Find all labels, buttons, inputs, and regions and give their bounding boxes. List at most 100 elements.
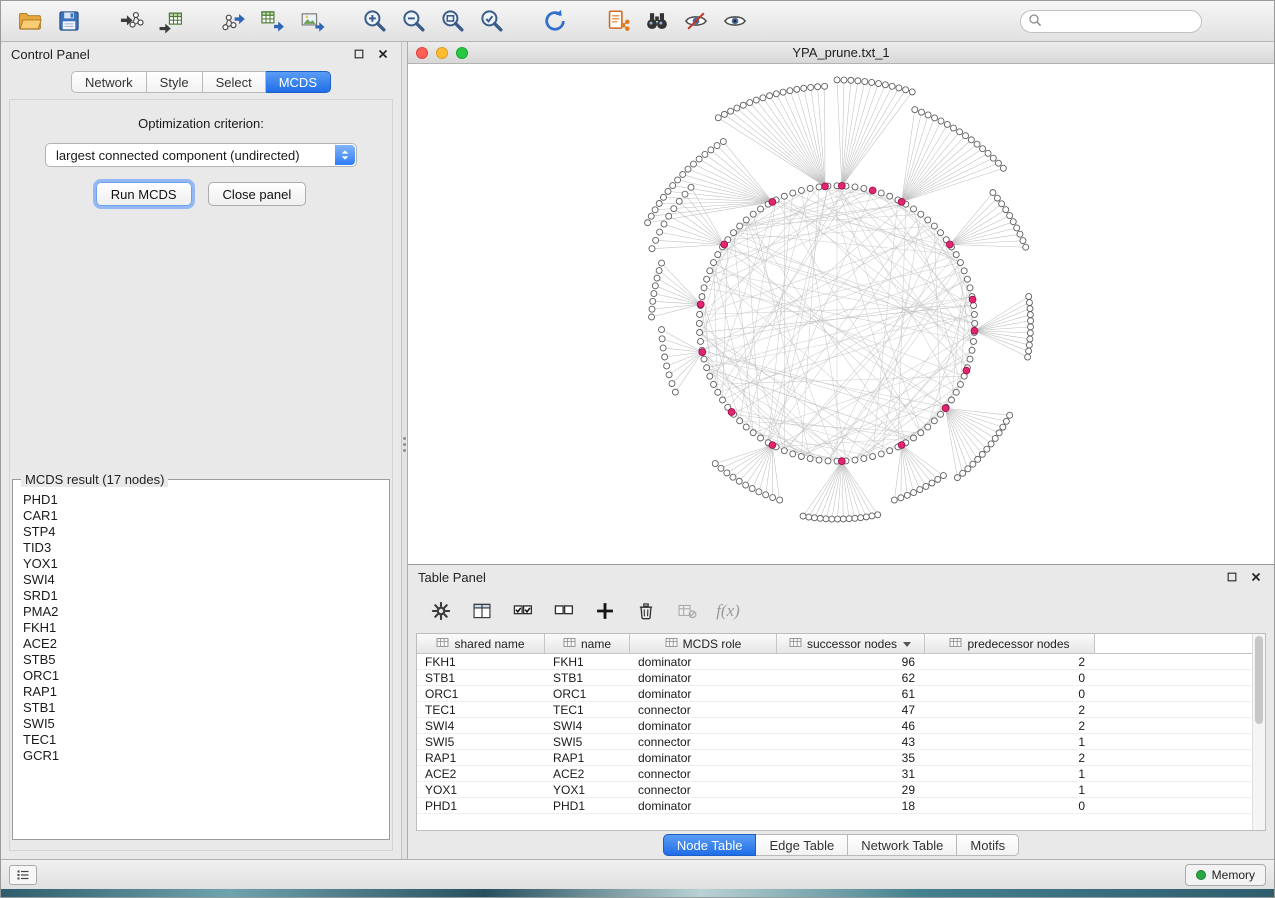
export-image-icon[interactable] [297,6,327,36]
mcds-result-item[interactable]: SWI5 [23,716,379,732]
mcds-result-item[interactable]: STB5 [23,652,379,668]
zoom-in-icon[interactable] [360,6,390,36]
import-network-icon[interactable] [117,6,147,36]
column-header-shared-name[interactable]: shared name [417,634,545,653]
import-table-icon[interactable] [156,6,186,36]
mcds-result-item[interactable]: CAR1 [23,508,379,524]
table-header-row: shared namename MCDS role successor nodesp… [417,634,1265,654]
window-maximize-traffic-light[interactable] [456,47,468,59]
table-cell: dominator [630,671,777,685]
mcds-result-item[interactable]: GCR1 [23,748,379,764]
column-grid-icon [665,637,678,651]
column-header-predecessor-nodes[interactable]: predecessor nodes [925,634,1095,653]
column-header-name[interactable]: name [545,634,630,653]
network-canvas[interactable] [408,64,1274,564]
window-minimize-traffic-light[interactable] [436,47,448,59]
table-cell: 2 [925,655,1095,669]
table-cell: 2 [925,703,1095,717]
column-layout-icon[interactable] [469,598,495,624]
tab-network[interactable]: Network [71,71,147,93]
mcds-result-item[interactable]: FKH1 [23,620,379,636]
column-label: MCDS role [683,637,742,651]
mcds-result-item[interactable]: RAP1 [23,684,379,700]
table-row[interactable]: SWI4SWI4dominator462 [417,718,1265,734]
table-cell: 61 [777,687,925,701]
hide-selected-icon[interactable] [681,6,711,36]
zoom-out-icon[interactable] [399,6,429,36]
tab-network-table[interactable]: Network Table [848,834,957,856]
table-cell: connector [630,783,777,797]
refresh-layout-icon[interactable] [540,6,570,36]
zoom-selected-icon[interactable] [477,6,507,36]
deselect-all-rows-icon[interactable] [551,598,577,624]
table-row[interactable]: ACE2ACE2connector311 [417,766,1265,782]
mcds-result-item[interactable]: TID3 [23,540,379,556]
table-cell: 29 [777,783,925,797]
mcds-result-item[interactable]: TEC1 [23,732,379,748]
delete-column-icon[interactable] [633,598,659,624]
mcds-result-item[interactable]: SWI4 [23,572,379,588]
close-table-panel-icon[interactable] [1248,569,1264,585]
tab-style[interactable]: Style [147,71,203,93]
mcds-result-item[interactable]: ACE2 [23,636,379,652]
column-menu-arrow-icon[interactable] [902,637,912,651]
settings-gear-icon[interactable] [428,598,454,624]
share-document-icon[interactable] [603,6,633,36]
open-session-icon[interactable] [15,6,45,36]
float-panel-icon[interactable] [351,46,367,62]
table-row[interactable]: PHD1PHD1dominator180 [417,798,1265,814]
dropdown-arrows-icon [335,145,355,165]
table-cell: FKH1 [417,655,545,669]
close-panel-button[interactable]: Close panel [208,182,307,206]
close-panel-icon[interactable] [375,46,391,62]
panel-menu-button[interactable] [9,865,37,885]
mcds-result-item[interactable]: SRD1 [23,588,379,604]
tab-select[interactable]: Select [203,71,266,93]
tab-mcds[interactable]: MCDS [266,71,331,93]
table-toolbar: f(x) [408,589,1274,633]
scrollbar-thumb[interactable] [1255,636,1263,724]
node-table: shared namename MCDS role successor nodesp… [416,633,1266,831]
mcds-result-item[interactable]: STP4 [23,524,379,540]
table-row[interactable]: TEC1TEC1connector472 [417,702,1265,718]
mcds-result-item[interactable]: PHD1 [23,492,379,508]
main-area: Control Panel NetworkStyleSelectMCDS Opt… [1,42,1274,859]
mcds-result-item[interactable]: PMA2 [23,604,379,620]
find-icon[interactable] [642,6,672,36]
mcds-result-item[interactable]: YOX1 [23,556,379,572]
export-table-icon[interactable] [258,6,288,36]
table-row[interactable]: ORC1ORC1dominator610 [417,686,1265,702]
table-cell: 0 [925,799,1095,813]
zoom-fit-icon[interactable] [438,6,468,36]
tab-edge-table[interactable]: Edge Table [756,834,848,856]
table-row[interactable]: YOX1YOX1connector291 [417,782,1265,798]
table-tab-bar: Node TableEdge TableNetwork TableMotifs [408,831,1274,859]
panel-splitter[interactable] [401,42,408,859]
tab-motifs[interactable]: Motifs [957,834,1019,856]
tab-node-table[interactable]: Node Table [663,834,757,856]
table-row[interactable]: RAP1RAP1dominator352 [417,750,1265,766]
memory-button[interactable]: Memory [1185,864,1266,886]
criterion-dropdown[interactable]: largest connected component (undirected) [45,143,357,167]
float-table-panel-icon[interactable] [1224,569,1240,585]
mcds-result-item[interactable]: ORC1 [23,668,379,684]
run-mcds-button[interactable]: Run MCDS [96,182,192,206]
search-input[interactable] [1042,14,1194,28]
table-row[interactable]: STB1STB1dominator620 [417,670,1265,686]
mcds-result-item[interactable]: STB1 [23,700,379,716]
show-all-icon[interactable] [720,6,750,36]
table-cell: TEC1 [417,703,545,717]
status-bar: Memory [1,859,1274,889]
table-cell: 2 [925,719,1095,733]
add-column-icon[interactable] [592,598,618,624]
window-close-traffic-light[interactable] [416,47,428,59]
table-cell: dominator [630,751,777,765]
save-session-icon[interactable] [54,6,84,36]
table-scrollbar[interactable] [1252,634,1265,830]
column-header-successor-nodes[interactable]: successor nodes [777,634,925,653]
table-row[interactable]: SWI5SWI5connector431 [417,734,1265,750]
column-header-mcds-role[interactable]: MCDS role [630,634,777,653]
table-row[interactable]: FKH1FKH1dominator962 [417,654,1265,670]
export-network-icon[interactable] [219,6,249,36]
select-all-rows-icon[interactable] [510,598,536,624]
